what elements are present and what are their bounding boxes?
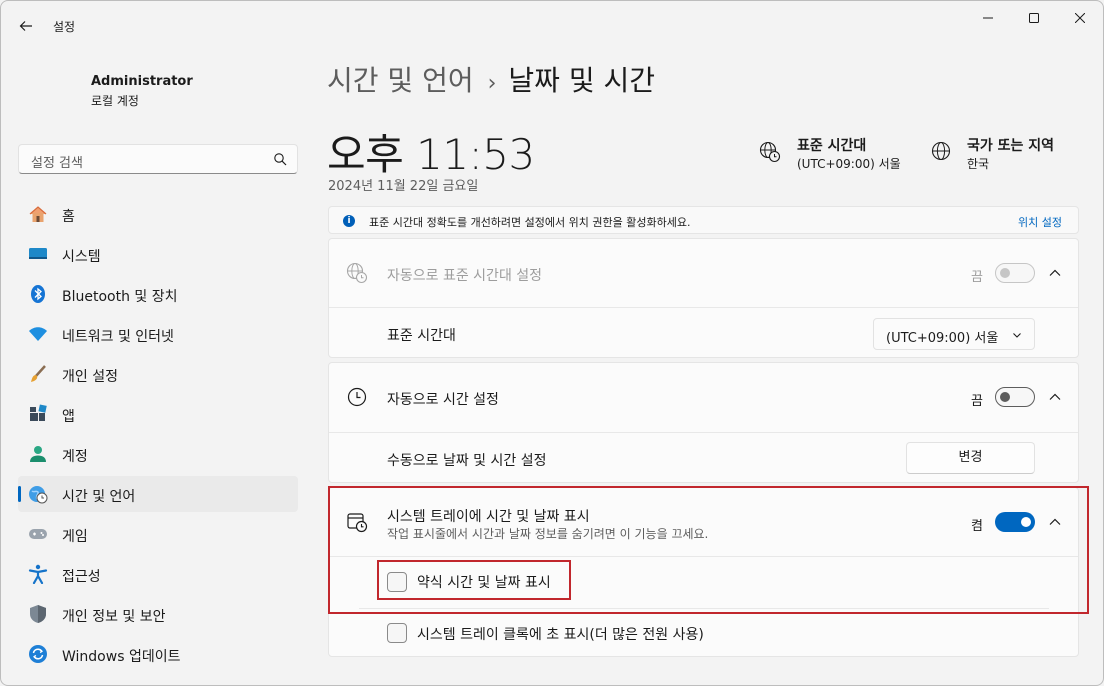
sidebar-item-label: 개인 설정 — [62, 369, 118, 385]
location-settings-link[interactable]: 위치 설정 — [1018, 214, 1062, 230]
sidebar-item-label: 네트워크 및 인터넷 — [62, 329, 174, 345]
current-time: 오후 11:53 — [327, 130, 535, 179]
sidebar-item-label: 앱 — [62, 409, 75, 425]
chevron-down-icon — [1013, 333, 1021, 338]
auto-timezone-row: 자동으로 표준 시간대 설정 끔 — [329, 239, 1078, 307]
timezone-select-row: 표준 시간대 (UTC+09:00) 서울 — [329, 308, 1078, 359]
sidebar-item-label: 접근성 — [62, 569, 101, 585]
search-input[interactable]: 설정 검색 — [18, 144, 298, 174]
manual-time-label: 수동으로 날짜 및 시간 설정 — [387, 453, 547, 469]
brush-icon — [28, 364, 48, 384]
apps-icon — [28, 404, 48, 424]
seconds-checkbox[interactable] — [387, 623, 407, 643]
profile-account-type: 로컬 계정 — [91, 94, 139, 108]
sidebar-item-apps[interactable]: 앱 — [18, 396, 298, 432]
current-date: 2024년 11월 22일 금요일 — [328, 179, 479, 194]
region-title: 국가 또는 지역 — [967, 138, 1055, 154]
timezone-value: (UTC+09:00) 서울 — [797, 157, 901, 171]
change-time-button[interactable]: 변경 — [906, 442, 1035, 474]
auto-timezone-toggle[interactable] — [995, 263, 1035, 283]
profile-name: Administrator — [91, 74, 193, 89]
sidebar-item-bluetooth[interactable]: Bluetooth 및 장치 — [18, 276, 298, 312]
sidebar-item-label: 홈 — [62, 209, 75, 225]
auto-time-row: 자동으로 시간 설정 끔 — [329, 363, 1078, 433]
auto-time-toggle[interactable] — [995, 387, 1035, 407]
toggle-knob — [1000, 268, 1010, 278]
sidebar-item-label: 시간 및 언어 — [62, 489, 136, 505]
sidebar-item-accessibility[interactable]: 접근성 — [18, 556, 298, 592]
account-icon — [28, 444, 48, 464]
system-icon — [28, 244, 48, 264]
chevron-up-icon[interactable] — [1047, 265, 1063, 281]
chevron-up-icon[interactable] — [1047, 389, 1063, 405]
toggle-knob — [1000, 392, 1010, 402]
settings-window: 설정 Administrator 로컬 계정 설정 검색 홈 시스템 Bluet… — [0, 0, 1104, 686]
auto-time-label: 자동으로 시간 설정 — [387, 392, 499, 408]
sidebar-item-gaming[interactable]: 게임 — [18, 516, 298, 552]
breadcrumb-parent[interactable]: 시간 및 언어 — [327, 64, 474, 97]
auto-time-state: 끔 — [971, 394, 983, 409]
sidebar-item-accounts[interactable]: 계정 — [18, 436, 298, 472]
time-card: 자동으로 시간 설정 끔 수동으로 날짜 및 시간 설정 변경 — [328, 362, 1079, 483]
sidebar-nav: 홈 시스템 Bluetooth 및 장치 네트워크 및 인터넷 개인 설정 앱 … — [18, 196, 298, 676]
sidebar-item-label: 계정 — [62, 449, 88, 465]
sidebar-item-personalization[interactable]: 개인 설정 — [18, 356, 298, 392]
maximize-button[interactable] — [1011, 7, 1057, 29]
timezone-dropdown-value: (UTC+09:00) 서울 — [886, 331, 999, 346]
breadcrumb: 시간 및 언어 › 날짜 및 시간 — [327, 59, 655, 99]
breadcrumb-separator: › — [487, 71, 497, 96]
manual-time-row: 수동으로 날짜 및 시간 설정 변경 — [329, 433, 1078, 483]
region-value: 한국 — [967, 157, 990, 171]
sidebar-item-home[interactable]: 홈 — [18, 196, 298, 232]
close-button[interactable] — [1057, 7, 1103, 29]
title-bar: 설정 — [1, 1, 1103, 49]
seconds-label: 시스템 트레이 클록에 초 표시(더 많은 전원 사용) — [417, 627, 704, 643]
app-title: 설정 — [53, 20, 76, 34]
close-icon — [1075, 13, 1085, 23]
highlight-box-short-time — [377, 560, 571, 600]
info-icon: i — [343, 215, 355, 227]
sidebar-item-system[interactable]: 시스템 — [18, 236, 298, 272]
clock-icon — [347, 387, 367, 407]
sidebar-item-time-language[interactable]: 시간 및 언어 — [18, 476, 298, 512]
maximize-icon — [1029, 13, 1039, 23]
sidebar-item-label: Bluetooth 및 장치 — [62, 289, 178, 305]
banner-text: 표준 시간대 정확도를 개선하려면 설정에서 위치 권한을 활성화하세요. — [369, 216, 691, 229]
page-title: 날짜 및 시간 — [508, 64, 656, 97]
update-icon — [28, 644, 48, 664]
sidebar-item-privacy[interactable]: 개인 정보 및 보안 — [18, 596, 298, 632]
sidebar-item-label: 시스템 — [62, 249, 101, 265]
gamepad-icon — [28, 524, 48, 544]
sidebar-item-windows-update[interactable]: Windows 업데이트 — [18, 636, 298, 672]
sidebar-item-network[interactable]: 네트워크 및 인터넷 — [18, 316, 298, 352]
auto-timezone-label: 자동으로 표준 시간대 설정 — [387, 268, 543, 284]
globe-clock-icon — [28, 484, 48, 504]
arrow-left-icon — [19, 21, 32, 31]
search-icon — [274, 153, 287, 166]
search-placeholder: 설정 검색 — [31, 156, 83, 171]
minimize-icon — [983, 17, 993, 19]
sidebar-item-label: 개인 정보 및 보안 — [62, 609, 166, 625]
bluetooth-icon — [28, 284, 48, 304]
home-icon — [28, 204, 48, 224]
minimize-button[interactable] — [965, 7, 1011, 29]
shield-icon — [28, 604, 48, 624]
back-button[interactable] — [15, 15, 37, 37]
sidebar-item-label: Windows 업데이트 — [62, 649, 181, 665]
timezone-title: 표준 시간대 — [797, 138, 867, 154]
timezone-select-label: 표준 시간대 — [387, 328, 456, 344]
globe-clock-icon — [346, 262, 368, 284]
globe-clock-icon — [759, 141, 781, 163]
sidebar-item-label: 게임 — [62, 529, 88, 545]
wifi-icon — [28, 324, 48, 344]
location-permission-banner: i 표준 시간대 정확도를 개선하려면 설정에서 위치 권한을 활성화하세요. … — [328, 206, 1079, 234]
timezone-card: 자동으로 표준 시간대 설정 끔 표준 시간대 (UTC+09:00) 서울 — [328, 238, 1079, 358]
globe-icon — [931, 141, 951, 161]
accessibility-icon — [28, 564, 48, 584]
timezone-dropdown[interactable]: (UTC+09:00) 서울 — [873, 318, 1035, 350]
auto-timezone-state: 끔 — [971, 270, 983, 285]
